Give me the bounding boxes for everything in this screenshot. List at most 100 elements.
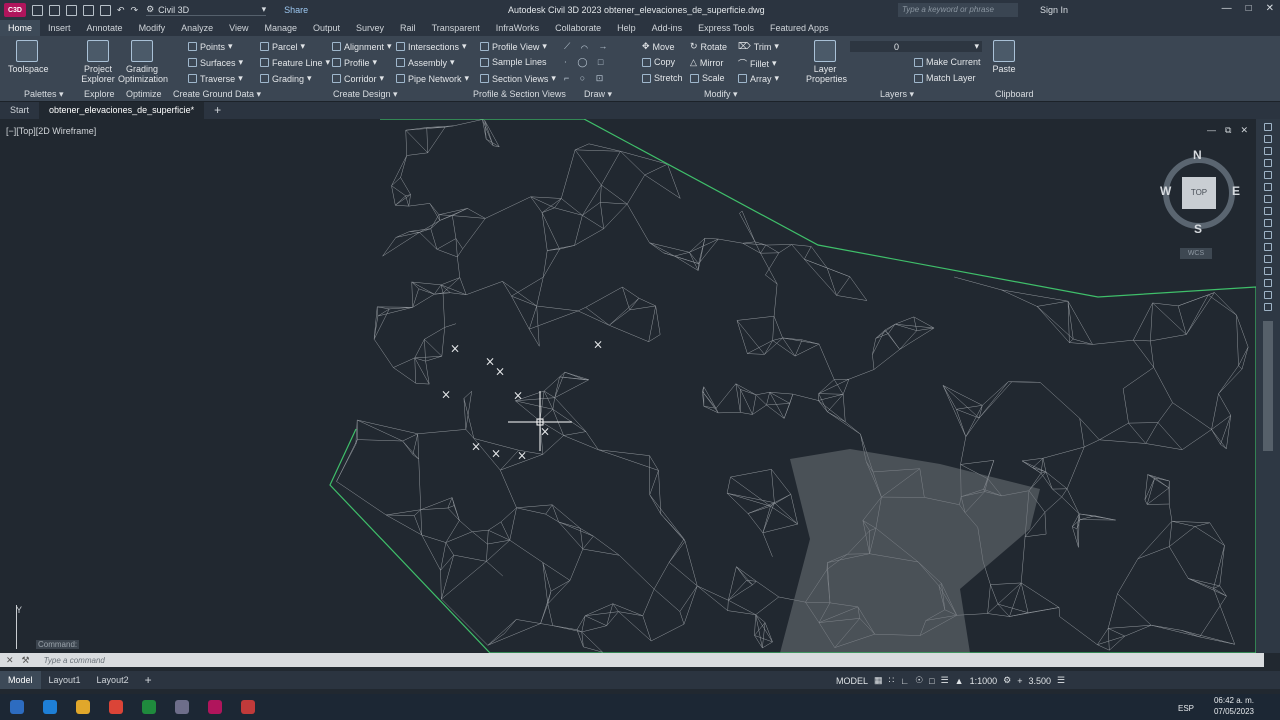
pipe-network-button[interactable]: Pipe Network ▾ bbox=[396, 73, 469, 84]
tab-view[interactable]: View bbox=[221, 20, 256, 36]
project-explorer-button[interactable]: Project Explorer bbox=[80, 40, 116, 84]
compass-south[interactable]: S bbox=[1194, 222, 1202, 236]
tab-transparent[interactable]: Transparent bbox=[424, 20, 488, 36]
model-space-toggle[interactable]: MODEL bbox=[836, 676, 868, 686]
make-current-button[interactable]: Make Current bbox=[914, 57, 981, 67]
open-icon[interactable] bbox=[49, 4, 60, 16]
new-tab-icon[interactable]: + bbox=[204, 102, 231, 119]
grading-button[interactable]: Grading ▾ bbox=[260, 73, 312, 84]
copy-button[interactable]: Copy bbox=[642, 57, 675, 67]
tab-infraworks[interactable]: InfraWorks bbox=[488, 20, 547, 36]
nav-tool-icon[interactable] bbox=[1264, 291, 1272, 299]
nav-tool-icon[interactable] bbox=[1264, 171, 1272, 179]
point-marker[interactable]: × bbox=[593, 338, 603, 352]
wrench-icon[interactable]: ⚒ bbox=[22, 655, 30, 666]
point-marker[interactable]: × bbox=[485, 355, 495, 369]
compass-north[interactable]: N bbox=[1193, 148, 1202, 162]
autodesk-icon[interactable] bbox=[241, 700, 255, 714]
nav-tool-icon[interactable] bbox=[1264, 243, 1272, 251]
parcel-button[interactable]: Parcel ▾ bbox=[260, 41, 305, 52]
tab-manage[interactable]: Manage bbox=[256, 20, 305, 36]
tab-layout2[interactable]: Layout2 bbox=[89, 671, 137, 689]
tab-analyze[interactable]: Analyze bbox=[173, 20, 221, 36]
panel-layers[interactable]: Layers ▾ bbox=[880, 89, 914, 100]
intersections-button[interactable]: Intersections ▾ bbox=[396, 41, 467, 52]
undo-icon[interactable]: ↶ bbox=[117, 5, 125, 16]
new-icon[interactable] bbox=[32, 4, 43, 16]
grading-optimization-button[interactable]: Grading Optimization bbox=[118, 40, 168, 84]
nav-tool-icon[interactable] bbox=[1264, 207, 1272, 215]
point-marker[interactable]: × bbox=[450, 342, 460, 356]
point-marker[interactable]: × bbox=[441, 388, 451, 402]
nav-tool-icon[interactable] bbox=[1264, 183, 1272, 191]
nav-tool-icon[interactable] bbox=[1264, 123, 1272, 131]
language-indicator[interactable]: ESP bbox=[1178, 704, 1194, 713]
plus-icon[interactable]: + bbox=[1017, 676, 1022, 686]
paste-button[interactable]: Paste bbox=[990, 40, 1018, 74]
share-button[interactable]: Share bbox=[284, 5, 308, 15]
surfaces-button[interactable]: Surfaces ▾ bbox=[188, 57, 243, 68]
nav-tool-icon[interactable] bbox=[1264, 219, 1272, 227]
move-button[interactable]: ✥ Move bbox=[642, 41, 675, 52]
nav-tool-icon[interactable] bbox=[1264, 255, 1272, 263]
tab-featured-apps[interactable]: Featured Apps bbox=[762, 20, 837, 36]
trim-button[interactable]: ⌦ Trim ▾ bbox=[738, 41, 779, 52]
system-clock[interactable]: 06:42 a. m. 07/05/2023 bbox=[1214, 695, 1254, 717]
snap-icon[interactable]: ∷ bbox=[889, 675, 895, 686]
units-value[interactable]: 3.500 bbox=[1028, 676, 1051, 686]
points-button[interactable]: Points ▾ bbox=[188, 41, 233, 52]
point-marker[interactable]: × bbox=[471, 440, 481, 454]
point-marker[interactable]: × bbox=[513, 389, 523, 403]
nav-tool-icon[interactable] bbox=[1264, 147, 1272, 155]
restore-icon[interactable]: ⧉ bbox=[1225, 125, 1231, 136]
viewcube-top-face[interactable]: TOP bbox=[1182, 177, 1216, 209]
plot-icon[interactable] bbox=[100, 4, 111, 16]
tab-help[interactable]: Help bbox=[609, 20, 644, 36]
panel-palettes[interactable]: Palettes ▾ bbox=[24, 89, 64, 100]
panel-modify[interactable]: Modify ▾ bbox=[704, 89, 738, 100]
surface-boundary[interactable] bbox=[329, 119, 1256, 653]
point-marker[interactable]: × bbox=[491, 447, 501, 461]
panel-create-design[interactable]: Create Design ▾ bbox=[333, 89, 398, 100]
annotation-icon[interactable]: ▲ bbox=[955, 676, 964, 686]
fillet-button[interactable]: ⌒ Fillet ▾ bbox=[738, 57, 777, 70]
compass-east[interactable]: E bbox=[1232, 184, 1240, 198]
minimize-icon[interactable]: — bbox=[1207, 125, 1216, 136]
osnap-icon[interactable]: □ bbox=[929, 676, 934, 686]
minimize-icon[interactable]: — bbox=[1222, 3, 1232, 14]
tab-insert[interactable]: Insert bbox=[40, 20, 79, 36]
tab-modify[interactable]: Modify bbox=[131, 20, 174, 36]
chrome-icon[interactable] bbox=[109, 700, 123, 714]
tab-express-tools[interactable]: Express Tools bbox=[690, 20, 762, 36]
point-marker[interactable]: × bbox=[517, 449, 527, 463]
nav-tool-icon[interactable] bbox=[1264, 195, 1272, 203]
civil3d-taskbar-icon[interactable] bbox=[208, 700, 222, 714]
nav-tool-icon[interactable] bbox=[1264, 267, 1272, 275]
save-as-icon[interactable] bbox=[83, 4, 94, 16]
save-icon[interactable] bbox=[66, 4, 77, 16]
point-marker[interactable]: × bbox=[540, 425, 550, 439]
viewport-controls-label[interactable]: [−][Top][2D Wireframe] bbox=[6, 126, 96, 136]
tab-output[interactable]: Output bbox=[305, 20, 348, 36]
tab-model[interactable]: Model bbox=[0, 671, 41, 689]
vertical-scrollbar[interactable] bbox=[1263, 321, 1273, 451]
excel-icon[interactable] bbox=[142, 700, 156, 714]
tab-drawing[interactable]: obtener_elevaciones_de_superficie* bbox=[39, 102, 205, 119]
nav-tool-icon[interactable] bbox=[1264, 303, 1272, 311]
corridor-button[interactable]: Corridor ▾ bbox=[332, 73, 384, 84]
viewcube[interactable]: N W E S TOP WCS bbox=[1160, 148, 1242, 260]
draw-polyline-icons[interactable]: ⌐ ○ ⊡ bbox=[564, 73, 607, 84]
tab-start[interactable]: Start bbox=[0, 102, 39, 119]
windows-start-icon[interactable] bbox=[10, 700, 24, 714]
menu-icon[interactable]: ☰ bbox=[1057, 675, 1065, 686]
sample-lines-button[interactable]: Sample Lines bbox=[480, 57, 547, 67]
maximize-icon[interactable]: □ bbox=[1246, 3, 1252, 14]
point-marker[interactable]: × bbox=[495, 365, 505, 379]
feature-line-button[interactable]: Feature Line ▾ bbox=[260, 57, 330, 68]
tab-annotate[interactable]: Annotate bbox=[79, 20, 131, 36]
compass-west[interactable]: W bbox=[1160, 184, 1171, 198]
layer-properties-button[interactable]: Layer Properties bbox=[806, 40, 847, 84]
alignment-button[interactable]: Alignment ▾ bbox=[332, 41, 392, 52]
nav-tool-icon[interactable] bbox=[1264, 231, 1272, 239]
drawing-viewport[interactable]: × × × × × × × × × × [−][Top][2D Wireframe] — ⧉ ✕ … bbox=[0, 119, 1256, 653]
